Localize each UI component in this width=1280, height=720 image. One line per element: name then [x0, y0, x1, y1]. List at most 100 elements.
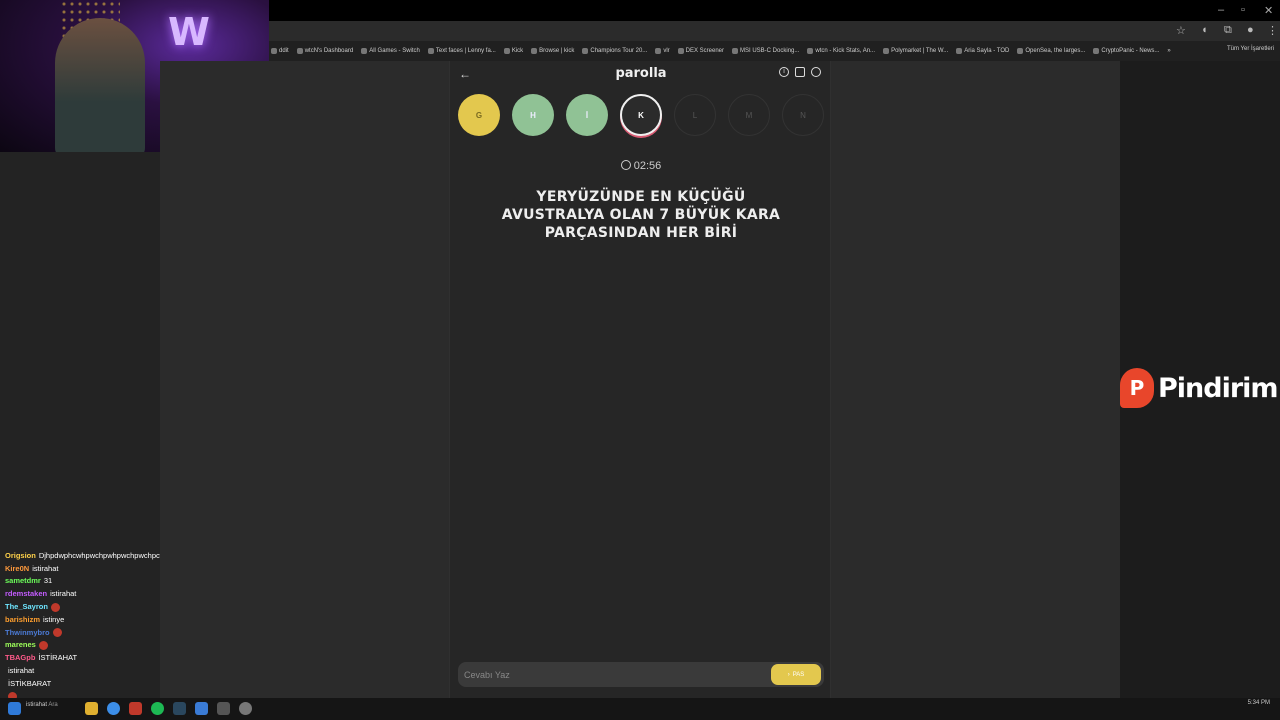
- chat-username[interactable]: sametdmr: [5, 576, 41, 585]
- bookmark-favicon-icon: [732, 48, 739, 54]
- taskbar: istirahat Ara 5:34 PM: [0, 698, 1280, 720]
- bookmark-item[interactable]: Aria Sayla - TOD: [956, 48, 1009, 54]
- stream-chat: Origsion Djhpdwphcwhpwchpwhpwchpwchpcwj Ki…: [5, 537, 165, 703]
- chat-text: Djhpdwphcwhpwchpwhpwchpwchpcwj: [38, 550, 165, 560]
- bookmark-item[interactable]: CryptoPanic - News...: [1093, 48, 1159, 54]
- profile-avatar[interactable]: ●: [1247, 24, 1254, 36]
- bookmark-favicon-icon: [807, 48, 814, 54]
- pindirim-text: Pindirim: [1158, 372, 1279, 404]
- audio-icon[interactable]: ◖: [1201, 24, 1208, 36]
- chat-message: marenes: [5, 639, 165, 652]
- chat-username[interactable]: Origsion: [5, 551, 36, 560]
- letter-circle: L: [674, 94, 716, 136]
- chat-username[interactable]: Thwinmybro: [5, 628, 50, 637]
- bookmark-item[interactable]: Polymarket | The W...: [883, 48, 948, 54]
- pindirim-mark: P: [1120, 368, 1154, 408]
- browser-toolbar: ☆ ◖ ⧉ ● ⋮: [269, 21, 1280, 41]
- chevron-right-icon: ›: [787, 671, 790, 678]
- chat-text: istinye: [43, 614, 65, 624]
- bookmark-item[interactable]: ddit: [271, 48, 289, 54]
- chat-text: istirahat: [50, 589, 77, 599]
- bookmark-item[interactable]: wtcN's Dashboard: [296, 48, 353, 54]
- file-explorer-icon[interactable]: [85, 702, 98, 715]
- bookmarks-bar: ddit wtcN's Dashboard All Games - Switch Te…: [269, 41, 1280, 61]
- chat-message: Origsion Djhpdwphcwhpwchpwhpwchpwchpcwj: [5, 550, 165, 563]
- bookmark-item[interactable]: Kick: [503, 48, 523, 54]
- bookmark-favicon-icon: [883, 48, 890, 54]
- bookmark-item[interactable]: All Games - Switch: [361, 48, 420, 54]
- start-icon[interactable]: [8, 702, 21, 715]
- chat-username[interactable]: The_Sayron: [5, 602, 48, 611]
- bookmark-item[interactable]: Browse | kick: [531, 48, 574, 54]
- close-button[interactable]: ✕: [1264, 4, 1273, 17]
- bookmark-favicon-icon: [361, 48, 368, 54]
- chat-username[interactable]: Kire0N: [5, 564, 29, 573]
- timer-value: 02:56: [633, 160, 662, 172]
- emote-icon: [52, 628, 62, 638]
- bookmarks-overflow-button[interactable]: »: [1167, 48, 1170, 54]
- chrome-icon[interactable]: [107, 702, 120, 715]
- bookmark-favicon-icon: [677, 48, 684, 54]
- chat-message: rdemstaken istirahat: [5, 588, 165, 601]
- app-icon[interactable]: [129, 702, 142, 715]
- stats-icon[interactable]: [795, 67, 805, 77]
- app-icon-3[interactable]: [217, 702, 230, 715]
- bookmark-item[interactable]: DEX Screener: [677, 48, 724, 54]
- letter-circle: G: [458, 94, 500, 136]
- chat-message: TBAGpb İSTİRAHAT: [5, 652, 165, 665]
- taskbar-search[interactable]: istirahat Ara: [26, 702, 58, 708]
- chat-username[interactable]: rdemstaken: [5, 589, 47, 598]
- chat-text: İSTİRAHAT: [38, 653, 78, 663]
- info-icon[interactable]: i: [779, 67, 789, 77]
- profile-icon[interactable]: [811, 67, 821, 77]
- bookmark-item[interactable]: wtcn - Kick Stats, An...: [807, 48, 875, 54]
- bookmark-favicon-icon: [531, 48, 538, 54]
- bookmark-item[interactable]: Champions Tour 20...: [582, 48, 647, 54]
- bookmark-item[interactable]: Text faces | Lenny fa...: [427, 48, 496, 54]
- letter-circle: N: [782, 94, 824, 136]
- chat-message: [5, 537, 165, 550]
- all-bookmarks-folder[interactable]: Tüm Yer İşaretleri: [1227, 46, 1274, 52]
- extensions-icon[interactable]: ⧉: [1224, 24, 1232, 37]
- steam-icon[interactable]: [173, 702, 186, 715]
- app-icon-2[interactable]: [195, 702, 208, 715]
- bookmark-star-icon[interactable]: ☆: [1176, 24, 1186, 37]
- chat-text: İSTİKBARAT: [8, 678, 52, 688]
- bookmark-favicon-icon: [655, 48, 662, 54]
- menu-icon[interactable]: ⋮: [1267, 24, 1278, 37]
- letter-wheel: GHİKLMN: [458, 94, 824, 136]
- answer-input[interactable]: [464, 664, 764, 685]
- timer: 02:56: [450, 160, 832, 172]
- bookmark-item[interactable]: vlr: [655, 48, 670, 54]
- bookmark-favicon-icon: [1017, 48, 1024, 54]
- minimize-button[interactable]: –: [1218, 4, 1224, 16]
- app-icon-4[interactable]: [239, 702, 252, 715]
- pass-button[interactable]: › PAS: [771, 664, 821, 685]
- system-clock: 5:34 PM: [1247, 700, 1270, 706]
- chat-username[interactable]: marenes: [5, 640, 36, 649]
- bookmark-item[interactable]: MSI USB-C Docking...: [732, 48, 799, 54]
- chat-text: istirahat: [32, 563, 59, 573]
- pass-label: PAS: [792, 671, 805, 678]
- maximize-button[interactable]: ▫: [1241, 4, 1245, 16]
- emote-icon: [38, 640, 48, 650]
- chat-message: The_Sayron: [5, 601, 165, 614]
- spotify-icon[interactable]: [151, 702, 164, 715]
- clock-icon: [620, 160, 631, 170]
- chat-text: istirahat: [8, 665, 35, 675]
- bookmark-favicon-icon: [296, 48, 303, 54]
- chat-username[interactable]: TBAGpb: [5, 653, 35, 662]
- bookmark-item[interactable]: OpenSea, the larges...: [1017, 48, 1085, 54]
- streamer: [55, 18, 145, 152]
- chat-message: barishizm istinye: [5, 614, 165, 627]
- question-text: YERYÜZÜNDE EN KÜÇÜĞÜ AVUSTRALYA OLAN 7 B…: [501, 189, 781, 241]
- chat-username[interactable]: barishizm: [5, 615, 40, 624]
- bookmark-favicon-icon: [1093, 48, 1100, 54]
- bookmark-favicon-icon: [956, 48, 963, 54]
- emote-icon: [50, 602, 60, 612]
- letter-circle: H: [512, 94, 554, 136]
- chat-message: istirahat: [5, 665, 165, 678]
- page-background-right: [831, 61, 1120, 698]
- parolla-game: ← parolla i GHİKLMN 02:56 YERYÜZÜNDE EN …: [449, 61, 831, 698]
- letter-circle: M: [728, 94, 770, 136]
